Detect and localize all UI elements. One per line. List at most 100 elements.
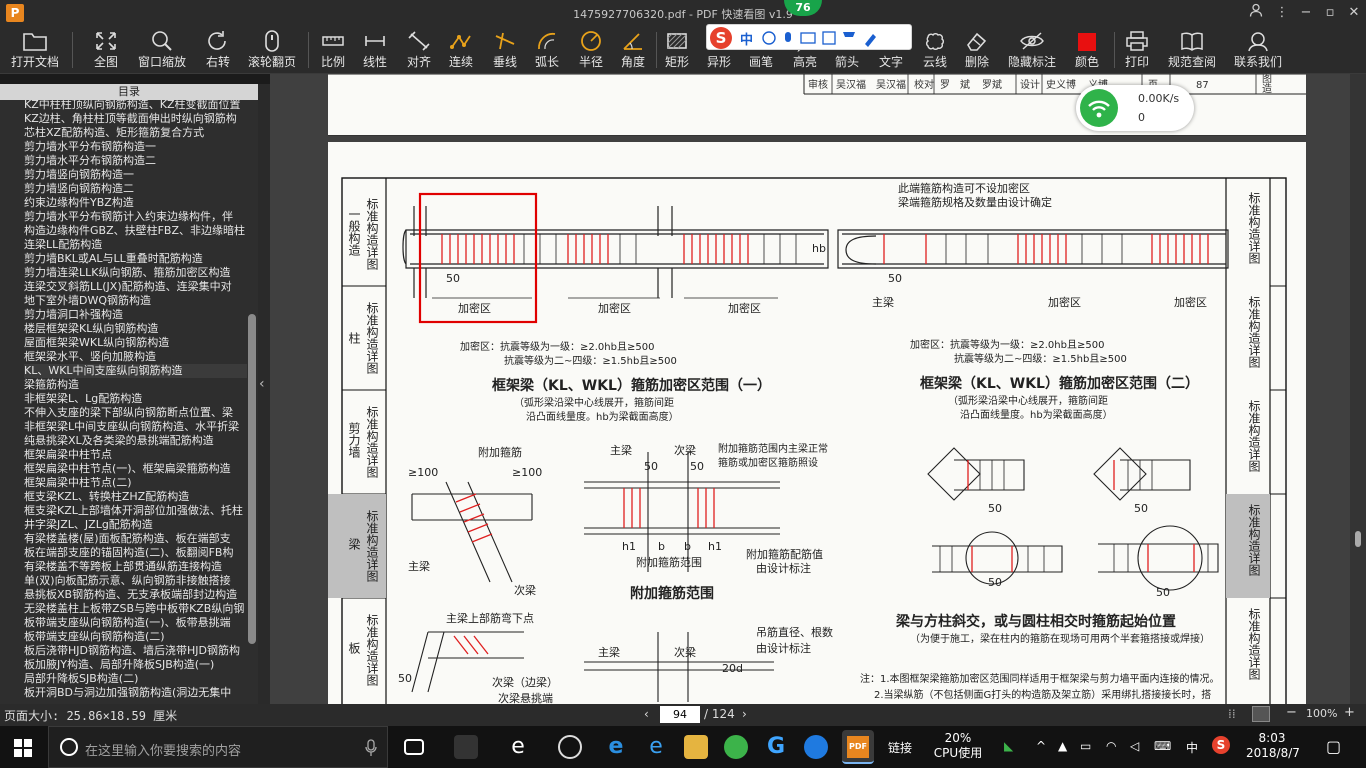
browser-icon[interactable] [558, 735, 582, 759]
toc-item[interactable]: 框支梁KZL、转换柱ZHZ配筋构造 [24, 490, 247, 504]
volume-icon[interactable]: ◁ [1130, 739, 1139, 753]
edge-icon[interactable]: e [604, 735, 628, 759]
window-zoom-button[interactable]: 窗口缩放 [134, 28, 190, 72]
wheel-page-button[interactable]: 滚轮翻页 [244, 28, 300, 72]
toc-item[interactable]: 板后浇带HJD钢筋构造、墙后浇带HJD钢筋构 [24, 644, 247, 658]
print-button[interactable]: 打印 [1120, 28, 1154, 72]
toc-item[interactable]: 构造边缘构件GBZ、扶壁柱FBZ、非边缘暗柱 [24, 224, 247, 238]
toc-item[interactable]: KL、WKL中间支座纵向钢筋构造 [24, 364, 247, 378]
toc-item[interactable]: 有梁楼盖楼(屋)面板配筋构造、板在端部支 [24, 532, 247, 546]
scale-button[interactable]: 比例 [316, 28, 350, 72]
green-app-icon[interactable] [724, 735, 748, 759]
toc-item[interactable]: 不伸入支座的梁下部纵向钢筋断点位置、梁 [24, 406, 247, 420]
notification-bell-icon[interactable]: ▲ [1058, 739, 1067, 753]
radius-button[interactable]: 半径 [574, 28, 608, 72]
toc-item[interactable]: 局部升降板SJB构造(二) [24, 672, 247, 686]
view-mode-icon[interactable]: ⁞⁞ [1228, 707, 1236, 721]
zoom-in-button[interactable]: + [1344, 705, 1355, 720]
network-tray-icon[interactable]: ◠ [1106, 739, 1116, 753]
toc-item[interactable]: 剪力墙水平分布钢筋构造一 [24, 140, 247, 154]
wifi-tray-icon[interactable]: ◣ [1004, 739, 1013, 753]
toc-item[interactable]: 单(双)向板配筋示意、纵向钢筋非接触搭接 [24, 574, 247, 588]
toc-item[interactable]: 剪力墙竖向钢筋构造一 [24, 168, 247, 182]
ime-tool-icons[interactable] [761, 29, 911, 47]
maximize-button[interactable]: ▫ [1318, 3, 1342, 23]
toc-item[interactable]: 剪力墙水平分布钢筋构造二 [24, 154, 247, 168]
taskbar-search-input[interactable]: 在这里输入你要搜索的内容 [48, 726, 388, 768]
zoom-out-button[interactable]: − [1286, 705, 1297, 720]
keyboard-icon[interactable]: ⌨ [1154, 739, 1171, 753]
ime-toolbar[interactable]: S 中 [706, 24, 912, 50]
chevron-up-icon[interactable]: ^ [1036, 739, 1046, 753]
minimize-button[interactable]: − [1294, 3, 1318, 23]
toc-item[interactable]: 板在端部支座的锚固构造(二)、板翻阅FB构 [24, 546, 247, 560]
toc-item[interactable]: 剪力墙BKL或AL与LL重叠时配筋构造 [24, 252, 247, 266]
action-center-icon[interactable]: ▢ [1326, 737, 1341, 756]
align-measure-button[interactable]: 对齐 [402, 28, 436, 72]
toc-item[interactable]: 连梁交叉斜筋LL(JX)配筋构造、连梁集中对 [24, 280, 247, 294]
rotate-right-button[interactable]: 右转 [198, 28, 238, 72]
toc-item[interactable]: 非框架梁L中间支座纵向钢筋构造、水平折梁 [24, 420, 247, 434]
ime-mode[interactable]: 中 [740, 29, 753, 48]
toc-item[interactable]: 框架扁梁中柱节点 [24, 448, 247, 462]
toc-item[interactable]: 非框架梁L、Lg配筋构造 [24, 392, 247, 406]
toc-item[interactable]: 梁箍筋构造 [24, 378, 247, 392]
toc-item[interactable]: 井字梁JZL、JZLg配筋构造 [24, 518, 247, 532]
viewer-scrollbar[interactable] [1350, 74, 1366, 704]
toc-item[interactable]: KZ边柱、角柱柱顶等截面伸出时纵向钢筋构 [24, 112, 247, 126]
toc-item[interactable]: 无梁楼盖柱上板带ZSB与跨中板带KZB纵向钢 [24, 602, 247, 616]
battery-icon[interactable]: ▭ [1080, 739, 1091, 753]
collapse-sidebar-button[interactable]: ‹ [258, 84, 270, 704]
toc-scrollbar[interactable] [248, 314, 256, 644]
toc-item[interactable]: 屋面框架梁WKL纵向钢筋构造 [24, 336, 247, 350]
continuous-measure-button[interactable]: 连续 [444, 28, 478, 72]
toc-item[interactable]: 框架扁梁中柱节点(一)、框架扁梁箍筋构造 [24, 462, 247, 476]
toc-item[interactable]: 板开洞BD与洞边加强钢筋构造(洞边无集中 [24, 686, 247, 700]
toc-item[interactable]: 板带端支座纵向钢筋构造(一)、板带悬挑端 [24, 616, 247, 630]
task-view-icon[interactable] [404, 739, 424, 755]
delete-button[interactable]: 删除 [960, 28, 994, 72]
sogou-tray-icon[interactable]: S [1212, 736, 1230, 754]
fit-all-button[interactable]: 全图 [86, 28, 126, 72]
more-menu-icon[interactable]: ⋮ [1270, 3, 1294, 23]
page-mode-icon[interactable] [1252, 706, 1270, 722]
perpendicular-button[interactable]: 垂线 [488, 28, 522, 72]
arc-length-button[interactable]: 弧长 [530, 28, 564, 72]
toc-item[interactable]: 约束边缘构件YBZ构造 [24, 196, 247, 210]
network-speed-widget[interactable]: 0.00K/s 0 [1076, 85, 1194, 131]
g-app-icon[interactable]: G [764, 735, 788, 759]
toc-item[interactable]: 楼层框架梁KL纵向钢筋构造 [24, 322, 247, 336]
toc-item[interactable]: 悬挑板XB钢筋构造、无支承板端部封边构造 [24, 588, 247, 602]
toc-item[interactable]: 框支梁KZL上部墙体开洞部位加强做法、托柱 [24, 504, 247, 518]
document-viewer[interactable]: 审核 吴汉福 吴汉福 校对 罗 斌 罗斌 设计 史义博 义博 页 87 图 造 [270, 74, 1350, 704]
user-icon[interactable] [1244, 3, 1268, 23]
linear-measure-button[interactable]: 线性 [358, 28, 392, 72]
toc-item[interactable]: 剪力墙竖向钢筋构造二 [24, 182, 247, 196]
toc-item[interactable]: 剪力墙连梁LLK纵向钢筋、箍筋加密区构造 [24, 266, 247, 280]
toc-item[interactable]: 有梁楼盖不等跨板上部贯通纵筋连接构造 [24, 560, 247, 574]
pinwheel-app-icon[interactable] [454, 735, 478, 759]
hide-annotations-button[interactable]: 隐藏标注 [1006, 28, 1058, 72]
blue-plus-app-icon[interactable] [804, 735, 828, 759]
file-explorer-icon[interactable] [684, 735, 708, 759]
windows-start-icon[interactable] [14, 739, 32, 761]
rectangle-button[interactable]: 矩形 [660, 28, 694, 72]
toc-item[interactable]: 剪力墙洞口补强构造 [24, 308, 247, 322]
input-method-indicator[interactable]: 中 [1186, 739, 1198, 756]
close-button[interactable]: ✕ [1342, 3, 1366, 23]
next-page-button[interactable]: › [742, 707, 747, 721]
toc-item[interactable]: 地下室外墙DWQ钢筋构造 [24, 294, 247, 308]
cloud-line-button[interactable]: 云线 [918, 28, 952, 72]
ie-icon[interactable]: e [506, 735, 530, 759]
toc-item[interactable]: 纯悬挑梁XL及各类梁的悬挑端配筋构造 [24, 434, 247, 448]
contact-us-button[interactable]: 联系我们 [1230, 28, 1286, 72]
toc-item[interactable]: 连梁LL配筋构造 [24, 238, 247, 252]
angle-button[interactable]: 角度 [616, 28, 650, 72]
prev-page-button[interactable]: ‹ [644, 707, 649, 721]
pdf-viewer-taskbar-button[interactable]: PDF [842, 730, 874, 764]
toc-item[interactable]: 板带端支座纵向钢筋构造(二) [24, 630, 247, 644]
open-document-button[interactable]: 打开文档 [6, 28, 64, 72]
microphone-icon[interactable] [365, 739, 377, 757]
toc-item[interactable]: 板加腋JY构造、局部升降板SJB构造(一) [24, 658, 247, 672]
toc-item[interactable]: KZ中柱柱顶纵向钢筋构造、KZ柱变截面位置 [24, 100, 247, 112]
